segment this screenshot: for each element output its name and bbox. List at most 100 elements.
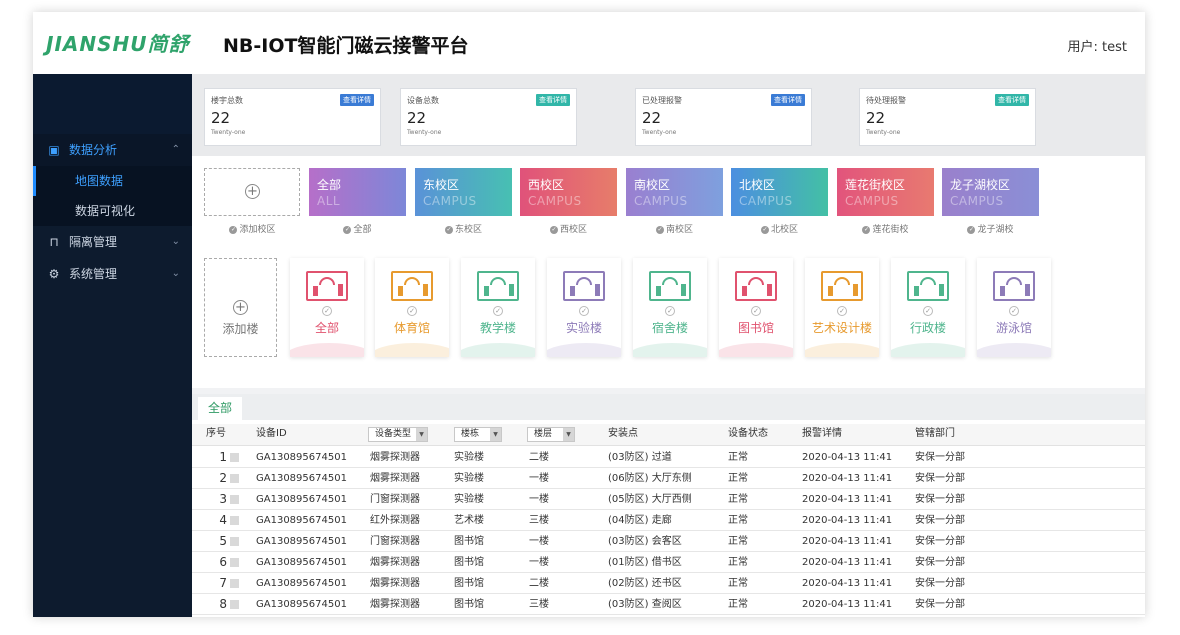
- campus-card-all[interactable]: 全部 ALL: [309, 168, 406, 216]
- sidebar-group-data-analysis[interactable]: ▣ 数据分析 ⌃: [33, 134, 192, 166]
- device-type-filter[interactable]: 设备类型 ▼: [368, 427, 428, 442]
- campus-sub: CAMPUS: [634, 194, 688, 208]
- stat-detail-button[interactable]: 查看详情: [536, 94, 570, 106]
- campus-card-south[interactable]: 南校区 CAMPUS: [626, 168, 723, 216]
- building-card-admin[interactable]: ✓ 行政楼: [891, 258, 965, 357]
- header-device-status: 设备状态: [728, 428, 768, 439]
- check-circle-icon: ✓: [751, 306, 761, 316]
- row-building: 图书馆: [454, 536, 484, 547]
- row-floor: 二楼: [529, 452, 549, 463]
- campus-caption: ✓ 莲花街校: [862, 225, 909, 235]
- campus-sub: CAMPUS: [950, 194, 1004, 208]
- campus-name: 东校区: [423, 178, 460, 192]
- building-card-gym[interactable]: ✓ 体育馆: [375, 258, 449, 357]
- campus-card-north[interactable]: 北校区 CAMPUS: [731, 168, 828, 216]
- monitor-icon: ▣: [48, 143, 60, 157]
- check-circle-icon: ✓: [322, 306, 332, 316]
- tab-all[interactable]: 全部: [198, 397, 243, 420]
- sidebar-top-band: [33, 74, 192, 134]
- table-row[interactable]: 6 GA130895674501 烟雾探测器 图书馆 一楼 (01防区) 借书区 正常 202…: [192, 552, 1145, 573]
- row-device-type: 烟雾探测器: [370, 452, 420, 463]
- add-campus-button[interactable]: +: [204, 168, 300, 216]
- add-campus-caption: ✓ 添加校区: [229, 225, 276, 235]
- row-checkbox[interactable]: [230, 495, 239, 504]
- building-card-library[interactable]: ✓ 图书馆: [719, 258, 793, 357]
- sidebar-group-label: 系统管理: [69, 267, 118, 281]
- row-alarm-time: 2020-04-13 11:41: [802, 557, 893, 568]
- building-name: 游泳馆: [995, 321, 1032, 335]
- chevron-up-icon: ⌃: [171, 144, 180, 155]
- row-device-id: GA130895674501: [256, 494, 347, 505]
- row-checkbox[interactable]: [230, 537, 239, 546]
- row-alarm-time: 2020-04-13 11:41: [802, 473, 893, 484]
- top-header: JIANSHU简舒 NB-IOT智能门磁云接警平台 用户: test: [33, 12, 1145, 74]
- device-table: 全部 序号 设备ID 设备类型 ▼ 楼栋 ▼ 楼层 ▼ 安装点 设备状态 报警详情 管…: [192, 394, 1145, 617]
- floor-filter[interactable]: 楼层 ▼: [527, 427, 575, 442]
- table-row[interactable]: 2 GA130895674501 烟雾探测器 实验楼 一楼 (06防区) 大厅东侧 正常 20…: [192, 468, 1145, 489]
- building-card-art-design[interactable]: ✓ 艺术设计楼: [805, 258, 879, 357]
- building-filter[interactable]: 楼栋 ▼: [454, 427, 502, 442]
- row-department: 安保一分部: [915, 578, 965, 589]
- row-checkbox[interactable]: [230, 516, 239, 525]
- building-card-dorm[interactable]: ✓ 宿舍楼: [633, 258, 707, 357]
- add-building-label: 添加楼: [222, 322, 259, 336]
- wave-decoration: [891, 343, 965, 357]
- stat-card-buildings: 楼宇总数 查看详情 22 Twenty-one: [204, 88, 381, 146]
- check-circle-icon: ✓: [1009, 306, 1019, 316]
- row-building: 图书馆: [454, 599, 484, 610]
- stat-card-handled-alarms: 已处理报警 查看详情 22 Twenty-one: [635, 88, 812, 146]
- stat-detail-button[interactable]: 查看详情: [995, 94, 1029, 106]
- campus-card-lianhuajie[interactable]: 莲花街校区 CAMPUS: [837, 168, 934, 216]
- stat-detail-button[interactable]: 查看详情: [340, 94, 374, 106]
- row-alarm-time: 2020-04-13 11:41: [802, 536, 893, 547]
- plus-icon: +: [233, 300, 248, 315]
- row-checkbox[interactable]: [230, 453, 239, 462]
- table-row[interactable]: 5 GA130895674501 门窗探测器 图书馆 一楼 (03防区) 会客区 正常 202…: [192, 531, 1145, 552]
- sidebar-group-isolation[interactable]: ⊓ 隔离管理 ⌄: [33, 226, 192, 258]
- building-card-lab[interactable]: ✓ 实验楼: [547, 258, 621, 357]
- table-row[interactable]: 8 GA130895674501 烟雾探测器 图书馆 三楼 (03防区) 查阅区 正常 202…: [192, 594, 1145, 615]
- row-checkbox[interactable]: [230, 579, 239, 588]
- row-install-point: (02防区) 还书区: [608, 578, 682, 589]
- row-device-id: GA130895674501: [256, 578, 347, 589]
- add-building-button[interactable]: + 添加楼: [204, 258, 277, 357]
- gear-icon: ⚙: [48, 267, 60, 281]
- building-icon: [391, 271, 433, 301]
- stat-card-devices: 设备总数 查看详情 22 Twenty-one: [400, 88, 577, 146]
- building-card-all[interactable]: ✓ 全部: [290, 258, 364, 357]
- row-checkbox[interactable]: [230, 600, 239, 609]
- campus-name: 北校区: [739, 178, 776, 192]
- row-index: 5: [219, 534, 227, 548]
- row-floor: 一楼: [529, 536, 549, 547]
- table-row[interactable]: 1 GA130895674501 烟雾探测器 实验楼 二楼 (03防区) 过道 正常 2020…: [192, 447, 1145, 468]
- table-row[interactable]: 4 GA130895674501 红外探测器 艺术楼 三楼 (04防区) 走廊 正常 2020…: [192, 510, 1145, 531]
- stat-detail-button[interactable]: 查看详情: [771, 94, 805, 106]
- stat-value: 22: [866, 109, 886, 127]
- row-floor: 三楼: [529, 599, 549, 610]
- row-checkbox[interactable]: [230, 474, 239, 483]
- campus-name: 西校区: [528, 178, 565, 192]
- stat-label: 已处理报警: [642, 96, 682, 105]
- table-row[interactable]: 7 GA130895674501 烟雾探测器 图书馆 二楼 (02防区) 还书区 正常 202…: [192, 573, 1145, 594]
- building-card-teaching[interactable]: ✓ 教学楼: [461, 258, 535, 357]
- campus-sub: CAMPUS: [528, 194, 582, 208]
- stat-sub: Twenty-one: [866, 129, 901, 136]
- campus-card-west[interactable]: 西校区 CAMPUS: [520, 168, 617, 216]
- table-row[interactable]: 3 GA130895674501 门窗探测器 实验楼 一楼 (05防区) 大厅西侧 正常 20…: [192, 489, 1145, 510]
- sidebar-group-system[interactable]: ⚙ 系统管理 ⌄: [33, 258, 192, 290]
- building-card-pool[interactable]: ✓ 游泳馆: [977, 258, 1051, 357]
- row-alarm-time: 2020-04-13 11:41: [802, 452, 893, 463]
- campus-card-east[interactable]: 东校区 CAMPUS: [415, 168, 512, 216]
- sidebar-item-map-data[interactable]: 地图数据: [33, 166, 192, 196]
- campus-card-longzihu[interactable]: 龙子湖校区 CAMPUS: [942, 168, 1039, 216]
- building-name: 实验楼: [565, 321, 602, 335]
- row-department: 安保一分部: [915, 599, 965, 610]
- user-info[interactable]: 用户: test: [1068, 36, 1127, 55]
- row-checkbox[interactable]: [230, 558, 239, 567]
- wave-decoration: [719, 343, 793, 357]
- row-index: 3: [219, 492, 227, 506]
- stat-value: 22: [407, 109, 427, 127]
- row-device-id: GA130895674501: [256, 515, 347, 526]
- row-device-type: 门窗探测器: [370, 536, 420, 547]
- sidebar-item-data-visualization[interactable]: 数据可视化: [33, 196, 192, 226]
